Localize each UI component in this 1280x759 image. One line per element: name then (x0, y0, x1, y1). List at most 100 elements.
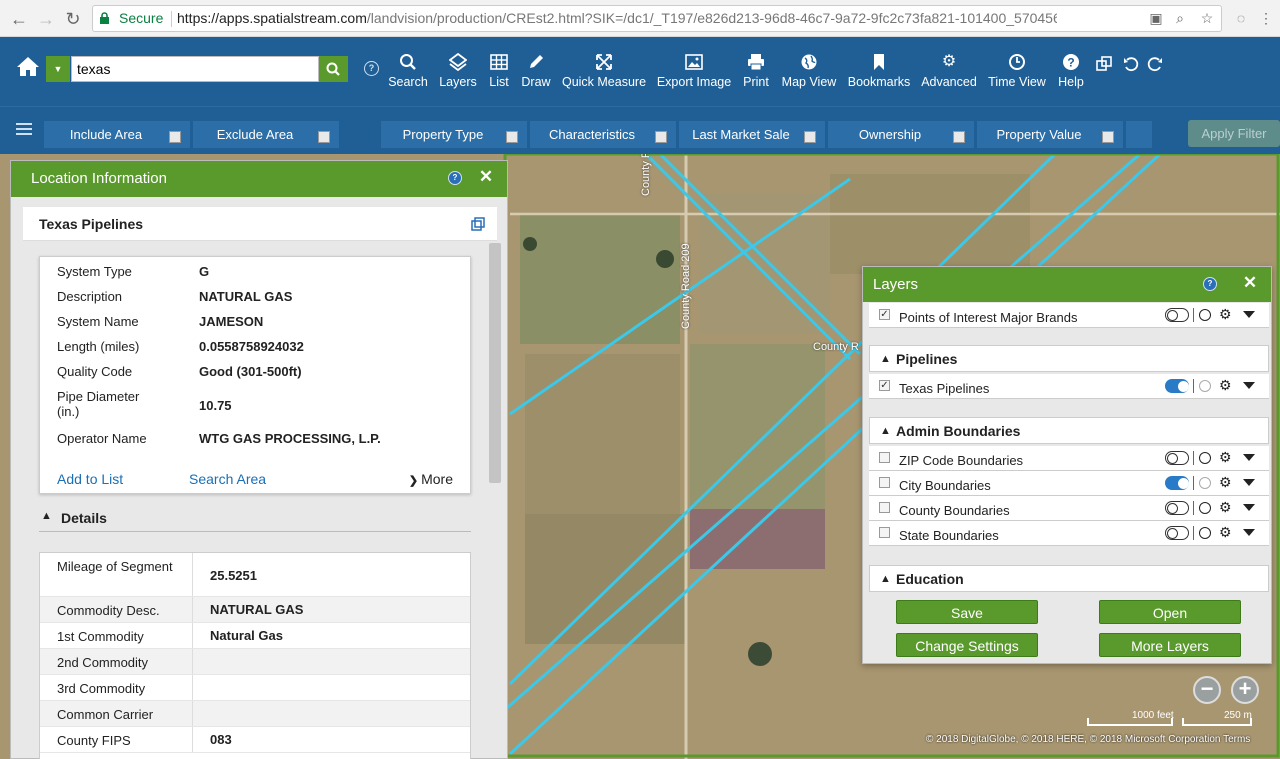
details-header[interactable]: ▲ Details (39, 510, 471, 532)
caret-down-icon[interactable] (1243, 311, 1255, 318)
profile-icon[interactable]: ◌ (1233, 10, 1249, 26)
map-attribution[interactable]: © 2018 DigitalGlobe, © 2018 HERE, © 2018… (926, 734, 1250, 745)
filter-exclude-area[interactable]: Exclude Area (193, 121, 339, 148)
layer-name: County Boundaries (899, 503, 1010, 518)
filter-property-value[interactable]: Property Value (977, 121, 1123, 148)
tool-advanced[interactable]: ⚙ Advanced (920, 53, 978, 99)
tool-time-view[interactable]: Time View (986, 53, 1048, 99)
caret-down-icon[interactable] (1243, 454, 1255, 461)
popout-icon[interactable] (471, 217, 485, 231)
apply-filter-button[interactable]: Apply Filter (1188, 120, 1280, 147)
filter-checkbox[interactable] (1102, 131, 1114, 143)
filter-more[interactable] (1126, 121, 1152, 148)
layer-group-education[interactable]: ▲ Education (869, 565, 1269, 592)
filter-checkbox[interactable] (953, 131, 965, 143)
tool-print[interactable]: Print (740, 53, 772, 99)
clock-icon[interactable] (1199, 309, 1211, 321)
layer-toggle[interactable] (1165, 476, 1189, 490)
close-icon[interactable]: ✕ (478, 168, 494, 185)
clock-icon[interactable] (1199, 477, 1211, 489)
tool-list[interactable]: List (484, 53, 514, 99)
tool-export-image[interactable]: Export Image (656, 53, 732, 99)
open-button[interactable]: Open (1099, 600, 1241, 624)
help-icon[interactable]: ? (448, 171, 462, 185)
save-button[interactable]: Save (896, 600, 1038, 624)
forward-icon[interactable]: → (36, 9, 56, 29)
filter-property-type[interactable]: Property Type (381, 121, 527, 148)
gear-icon[interactable]: ⚙ (1219, 306, 1232, 322)
undo-icon[interactable] (1123, 56, 1139, 72)
tool-bookmarks[interactable]: Bookmarks (846, 53, 912, 99)
scrollbar[interactable] (489, 243, 501, 483)
hamburger-menu-icon[interactable] (16, 123, 32, 137)
gear-icon[interactable]: ⚙ (1219, 449, 1232, 465)
clock-icon[interactable] (1199, 452, 1211, 464)
address-separator (171, 11, 172, 27)
filter-bar: Include Area Exclude Area Property Type … (0, 106, 1280, 154)
extension-icon[interactable]: ▣ (1148, 10, 1164, 26)
filter-ownership[interactable]: Ownership (828, 121, 974, 148)
tool-draw[interactable]: Draw (519, 53, 553, 99)
measure-icon (595, 53, 613, 71)
search-submit-button[interactable] (319, 56, 348, 82)
layer-toggle[interactable] (1165, 308, 1189, 322)
layer-group-pipelines[interactable]: ▲ Pipelines (869, 345, 1269, 372)
search-dropdown-button[interactable]: ▼ (46, 56, 70, 82)
reload-icon[interactable]: ↻ (63, 9, 83, 29)
tool-map-view[interactable]: Map View (780, 53, 838, 99)
change-settings-button[interactable]: Change Settings (896, 633, 1038, 657)
filter-characteristics[interactable]: Characteristics (530, 121, 676, 148)
filter-checkbox[interactable] (655, 131, 667, 143)
tool-search[interactable]: Search (386, 53, 430, 99)
caret-down-icon[interactable] (1243, 529, 1255, 536)
tool-quick-measure[interactable]: Quick Measure (561, 53, 647, 99)
filter-checkbox[interactable] (169, 131, 181, 143)
filter-checkbox[interactable] (804, 131, 816, 143)
back-icon[interactable]: ← (9, 9, 29, 29)
layer-toggle[interactable] (1165, 379, 1189, 393)
gear-icon[interactable]: ⚙ (1219, 524, 1232, 540)
star-icon[interactable]: ☆ (1199, 10, 1215, 26)
layer-group-admin-boundaries[interactable]: ▲ Admin Boundaries (869, 417, 1269, 444)
zoom-icon[interactable]: ⌕ (1172, 10, 1188, 26)
caret-down-icon[interactable] (1243, 504, 1255, 511)
gear-icon[interactable]: ⚙ (1219, 377, 1232, 393)
tool-help[interactable]: ? Help (1055, 53, 1087, 99)
filter-checkbox[interactable] (506, 131, 518, 143)
zoom-in-button[interactable]: + (1231, 676, 1259, 704)
windows-icon[interactable] (1096, 56, 1112, 72)
more-button[interactable]: ❯ More (409, 471, 453, 487)
clock-icon[interactable] (1199, 502, 1211, 514)
help-icon[interactable]: ? (1203, 277, 1217, 291)
layer-toggle[interactable] (1165, 526, 1189, 540)
redo-icon[interactable] (1147, 56, 1163, 72)
home-icon[interactable] (16, 55, 40, 77)
add-to-list-link[interactable]: Add to List (57, 471, 123, 487)
clock-icon[interactable] (1199, 527, 1211, 539)
gear-icon[interactable]: ⚙ (1219, 474, 1232, 490)
layer-checkbox[interactable]: ✓ (879, 309, 890, 320)
caret-down-icon[interactable] (1243, 382, 1255, 389)
search-area-link[interactable]: Search Area (189, 471, 266, 487)
layer-checkbox[interactable] (879, 477, 890, 488)
filter-last-market-sale[interactable]: Last Market Sale (679, 121, 825, 148)
filter-checkbox[interactable] (318, 131, 330, 143)
tool-layers[interactable]: Layers (436, 52, 480, 99)
search-help-icon[interactable]: ? (364, 61, 379, 76)
zoom-out-button[interactable]: − (1193, 676, 1221, 704)
layer-toggle[interactable] (1165, 451, 1189, 465)
layer-checkbox[interactable] (879, 502, 890, 513)
caret-down-icon[interactable] (1243, 479, 1255, 486)
layer-toggle[interactable] (1165, 501, 1189, 515)
clock-icon[interactable] (1199, 380, 1211, 392)
layer-checkbox[interactable]: ✓ (879, 380, 890, 391)
more-layers-button[interactable]: More Layers (1099, 633, 1241, 657)
layer-checkbox[interactable] (879, 527, 890, 538)
close-icon[interactable]: ✕ (1242, 274, 1258, 291)
gear-icon[interactable]: ⚙ (1219, 499, 1232, 515)
address-bar[interactable]: Secure https://apps.spatialstream.com/la… (92, 5, 1222, 32)
menu-dots-icon[interactable]: ⋮ (1258, 10, 1274, 26)
layer-checkbox[interactable] (879, 452, 890, 463)
search-input[interactable] (71, 56, 319, 82)
filter-include-area[interactable]: Include Area (44, 121, 190, 148)
